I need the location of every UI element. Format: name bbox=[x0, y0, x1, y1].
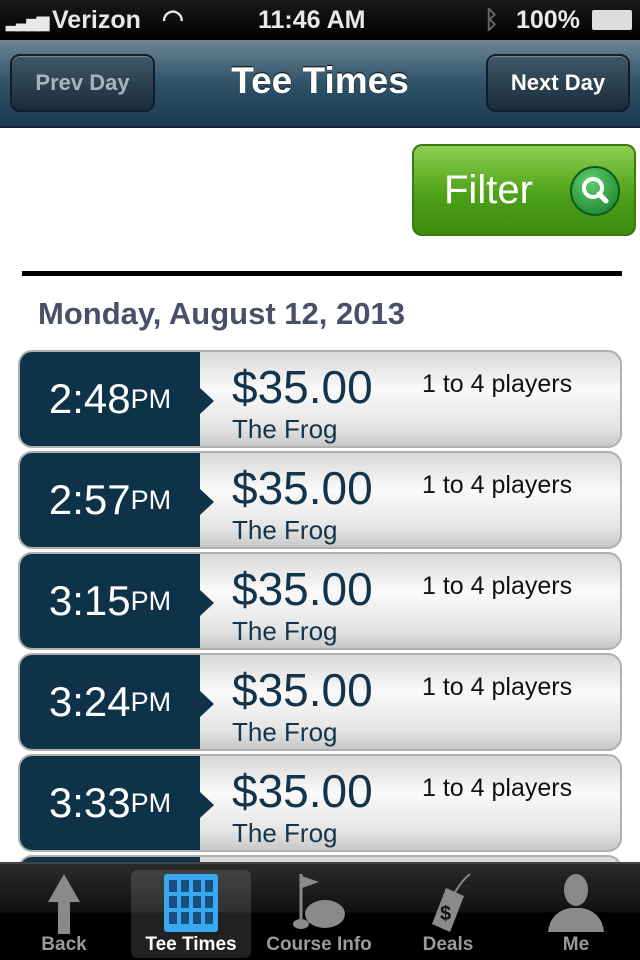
tee-time: 2:57 PM bbox=[20, 453, 200, 547]
signal-icon: ▂▃▅▆ bbox=[6, 14, 49, 31]
ampm: PM bbox=[130, 686, 172, 717]
search-icon bbox=[570, 166, 620, 216]
time: 2:57 bbox=[48, 476, 131, 523]
players: 1 to 4 players bbox=[422, 471, 573, 499]
time: 3:15 bbox=[48, 577, 131, 624]
price: $35.00 bbox=[232, 664, 373, 716]
course-name: The Frog bbox=[232, 515, 338, 545]
pointer-arrow bbox=[200, 388, 214, 414]
tee-time: 3:15 PM bbox=[20, 554, 200, 648]
price: $35.00 bbox=[232, 563, 373, 615]
tee-time-row[interactable]: 2:57 PM $35.00 The Frog 1 to 4 players bbox=[18, 451, 622, 549]
tee-time-row[interactable] bbox=[18, 855, 622, 862]
carrier: Verizon bbox=[52, 6, 141, 34]
tab-label: Course Info bbox=[266, 934, 372, 955]
tee-time: 3:24 PM bbox=[20, 655, 200, 749]
players: 1 to 4 players bbox=[422, 370, 573, 398]
price: $35.00 bbox=[232, 462, 373, 514]
tab-course-info[interactable]: Course Info bbox=[259, 870, 379, 958]
ampm: PM bbox=[130, 383, 172, 414]
tab-label: Me bbox=[562, 934, 590, 955]
course-name: The Frog bbox=[232, 414, 338, 444]
next-day-button[interactable]: Next Day bbox=[486, 54, 630, 112]
wifi-icon: ◠ bbox=[162, 5, 184, 33]
navigation-bar: Prev Day Tee Times Next Day bbox=[0, 40, 640, 128]
course-name: The Frog bbox=[232, 717, 338, 747]
price: $35.00 bbox=[232, 361, 373, 413]
tab-tee-times[interactable]: Tee Times bbox=[131, 870, 251, 958]
course-name: The Frog bbox=[232, 616, 338, 646]
tee-time-row[interactable]: 2:48 PM $35.00 The Frog 1 to 4 players bbox=[18, 350, 622, 448]
tab-label: Deals bbox=[422, 934, 474, 955]
time: 3:33 bbox=[48, 779, 131, 826]
tab-label: Tee Times bbox=[145, 934, 237, 955]
date-heading: Monday, August 12, 2013 bbox=[38, 296, 405, 331]
ampm: PM bbox=[130, 787, 172, 818]
tee-time: 3:33 PM bbox=[20, 756, 200, 850]
ampm: PM bbox=[130, 585, 172, 616]
person-icon bbox=[548, 874, 604, 932]
tab-deals[interactable]: $ Deals bbox=[388, 870, 508, 958]
time: 2:48 bbox=[48, 375, 131, 422]
battery-icon bbox=[592, 10, 632, 30]
tee-time-row[interactable]: 3:24 PM $35.00 The Frog 1 to 4 players bbox=[18, 653, 622, 751]
divider bbox=[22, 271, 622, 276]
grid-icon bbox=[164, 874, 218, 932]
tab-bar: Back Tee Times Course Info $ Deals Me bbox=[0, 862, 640, 960]
pointer-arrow bbox=[200, 691, 214, 717]
arrow-up-icon bbox=[48, 874, 80, 934]
bluetooth-icon: ᛒ bbox=[484, 6, 500, 34]
filter-label: Filter bbox=[444, 167, 533, 212]
pointer-arrow bbox=[200, 590, 214, 616]
players: 1 to 4 players bbox=[422, 774, 573, 802]
players: 1 to 4 players bbox=[422, 572, 573, 600]
svg-text:$: $ bbox=[440, 903, 451, 925]
tee-time-list: 2:48 PM $35.00 The Frog 1 to 4 players 2:57 PM… bbox=[0, 350, 640, 862]
clock: 11:46 AM bbox=[258, 6, 366, 34]
course-name: The Frog bbox=[232, 818, 338, 848]
status-bar: ▂▃▅▆ Verizon ◠ 11:46 AM ᛒ 100% bbox=[0, 0, 640, 40]
time: 3:24 bbox=[48, 678, 131, 725]
tee-time-row[interactable]: 3:33 PM $35.00 The Frog 1 to 4 players bbox=[18, 754, 622, 852]
pointer-arrow bbox=[200, 489, 214, 515]
pointer-arrow bbox=[200, 792, 214, 818]
tab-label: Back bbox=[41, 934, 87, 955]
price: $35.00 bbox=[232, 765, 373, 817]
filter-button[interactable]: Filter bbox=[412, 144, 636, 236]
tee-time-row[interactable]: 3:15 PM $35.00 The Frog 1 to 4 players bbox=[18, 552, 622, 650]
tab-back[interactable]: Back bbox=[4, 870, 124, 958]
golf-flag-icon bbox=[293, 874, 345, 929]
tee-time: 2:48 PM bbox=[20, 352, 200, 446]
price-tag-icon: $ bbox=[432, 873, 471, 932]
players: 1 to 4 players bbox=[422, 673, 573, 701]
tab-me[interactable]: Me bbox=[516, 870, 636, 958]
ampm: PM bbox=[130, 484, 172, 515]
battery-percent: 100% bbox=[516, 6, 580, 34]
